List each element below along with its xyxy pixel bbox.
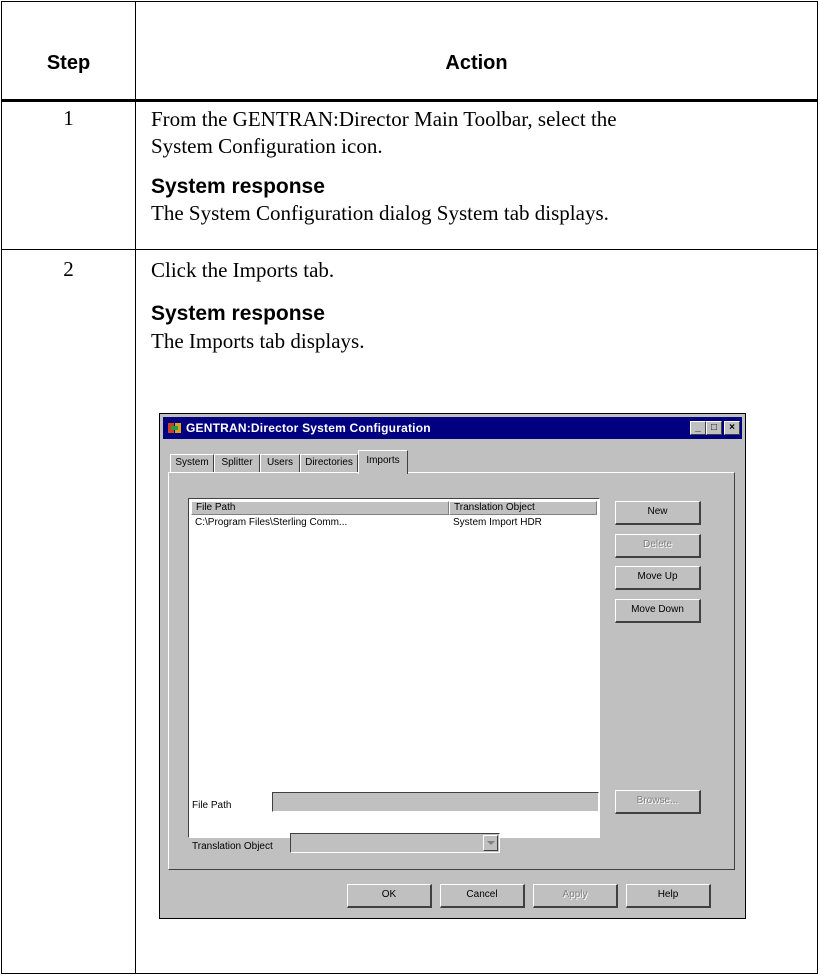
step-number: 1 (63, 106, 74, 130)
translation-object-label: Translation Object (192, 841, 273, 852)
action-text-line: Click the Imports tab. (151, 258, 335, 282)
system-response-text: The Imports tab displays. (151, 329, 365, 353)
close-icon[interactable]: × (724, 421, 740, 435)
file-path-field[interactable] (272, 792, 599, 812)
action-text-line: From the GENTRAN:Director Main Toolbar, … (151, 107, 617, 131)
chevron-down-icon[interactable] (483, 835, 498, 851)
step-column-header: Step (46, 52, 91, 74)
tab-splitter[interactable]: Splitter (214, 454, 260, 472)
action-text-line: System Configuration icon. (151, 134, 383, 158)
imports-list[interactable]: File Path Translation Object C:\Program … (188, 498, 600, 838)
tab-users[interactable]: Users (260, 454, 300, 472)
translation-object-select[interactable] (290, 833, 500, 853)
column-header-file-path[interactable]: File Path (191, 501, 449, 515)
system-response-text: The System Configuration dialog System t… (151, 201, 609, 225)
tab-system[interactable]: System (170, 454, 214, 472)
gentran-app-icon (168, 423, 181, 433)
list-item-translation-object[interactable]: System Import HDR (453, 517, 542, 529)
ok-button[interactable]: OK (347, 884, 432, 908)
cancel-button[interactable]: Cancel (440, 884, 525, 908)
browse-button[interactable]: Browse... (615, 790, 701, 814)
system-response-heading: System response (151, 302, 325, 325)
delete-button[interactable]: Delete (615, 534, 701, 558)
tab-imports[interactable]: Imports (358, 450, 408, 474)
system-configuration-dialog: GENTRAN:Director System Configuration _ … (159, 413, 746, 919)
dialog-title: GENTRAN:Director System Configuration (186, 421, 431, 435)
maximize-icon[interactable]: □ (706, 421, 722, 435)
action-column-header: Action (445, 52, 508, 74)
move-down-button[interactable]: Move Down (615, 599, 701, 623)
minimize-icon[interactable]: _ (690, 421, 706, 435)
apply-button[interactable]: Apply (533, 884, 618, 908)
system-response-heading: System response (151, 175, 325, 198)
list-item-file-path[interactable]: C:\Program Files\Sterling Comm... (195, 517, 347, 529)
row-divider (2, 249, 817, 250)
header-divider (2, 99, 817, 102)
help-button[interactable]: Help (626, 884, 711, 908)
step-number: 2 (63, 257, 74, 281)
column-header-translation-object[interactable]: Translation Object (449, 501, 597, 515)
dialog-title-bar: GENTRAN:Director System Configuration _ … (163, 417, 742, 439)
new-button[interactable]: New (615, 501, 701, 525)
tab-directories[interactable]: Directories (300, 454, 358, 472)
file-path-label: File Path (192, 800, 232, 811)
column-divider (135, 2, 136, 973)
move-up-button[interactable]: Move Up (615, 566, 701, 590)
